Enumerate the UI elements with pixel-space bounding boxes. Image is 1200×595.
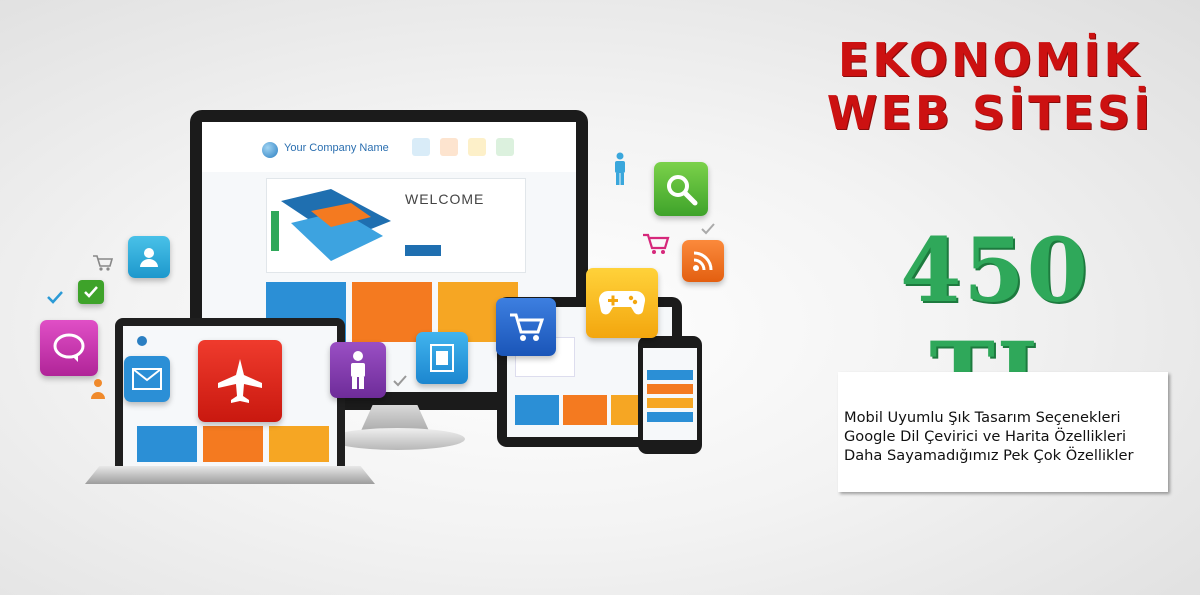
phone-row-3 [647,398,693,408]
phone-row-2 [647,384,693,394]
feature-item: Daha Sayamadığımız Pek Çok Özellikler [844,447,1134,464]
airplane-icon [198,340,282,422]
site-header: Your Company Name [202,122,576,172]
phone-screen [643,348,697,440]
checkbox-icon [78,280,104,304]
phone-row-1 [647,370,693,380]
laptop-tile-2 [203,426,263,462]
grey-check-icon [393,375,407,387]
tablet-tile-2 [563,395,607,425]
rss-icon [682,240,724,282]
laptop-base [85,466,375,484]
hero-graphic [271,189,391,261]
shopping-cart-icon [496,298,556,356]
laptop-logo-icon [137,336,147,346]
headline-line-1: EKONOMİK [837,33,1143,87]
read-more-button[interactable] [405,245,441,256]
headline: EKONOMİK WEB SİTESİ [780,34,1200,140]
about-nav-icon [440,138,458,156]
small-person-icon [91,379,105,399]
check-mark-icon [47,291,63,304]
tablet-tile-1 [515,395,559,425]
user-icon [128,236,170,278]
gamepad-icon [586,268,658,338]
contact-nav-icon [496,138,514,156]
home-nav-icon [412,138,430,156]
standing-person-icon [615,152,625,185]
chat-icon [40,320,98,376]
hero-title: WELCOME [405,191,485,207]
search-icon [654,162,708,216]
company-logo-icon [262,142,278,158]
small-cart-icon [93,255,114,271]
features-box: Mobil Uyumlu Şık Tasarım Seçenekleri Goo… [838,372,1168,492]
headline-line-2: WEB SİTESİ [826,85,1154,140]
phone-row-4 [647,412,693,422]
monitor-base [330,428,465,450]
pink-cart-icon [643,233,670,254]
laptop-tile-1 [137,426,197,462]
person-icon [330,342,386,398]
feature-item: Mobil Uyumlu Şık Tasarım Seçenekleri [844,409,1121,426]
smartphone [638,336,702,454]
company-name: Your Company Name [284,142,389,154]
small-check-icon [701,223,715,235]
laptop-tile-3 [269,426,329,462]
hero-banner: WELCOME [266,178,526,273]
feature-item: Google Dil Çevirici ve Harita Özellikler… [844,428,1127,445]
blog-nav-icon [468,138,486,156]
film-icon [416,332,468,384]
email-icon [124,356,170,402]
